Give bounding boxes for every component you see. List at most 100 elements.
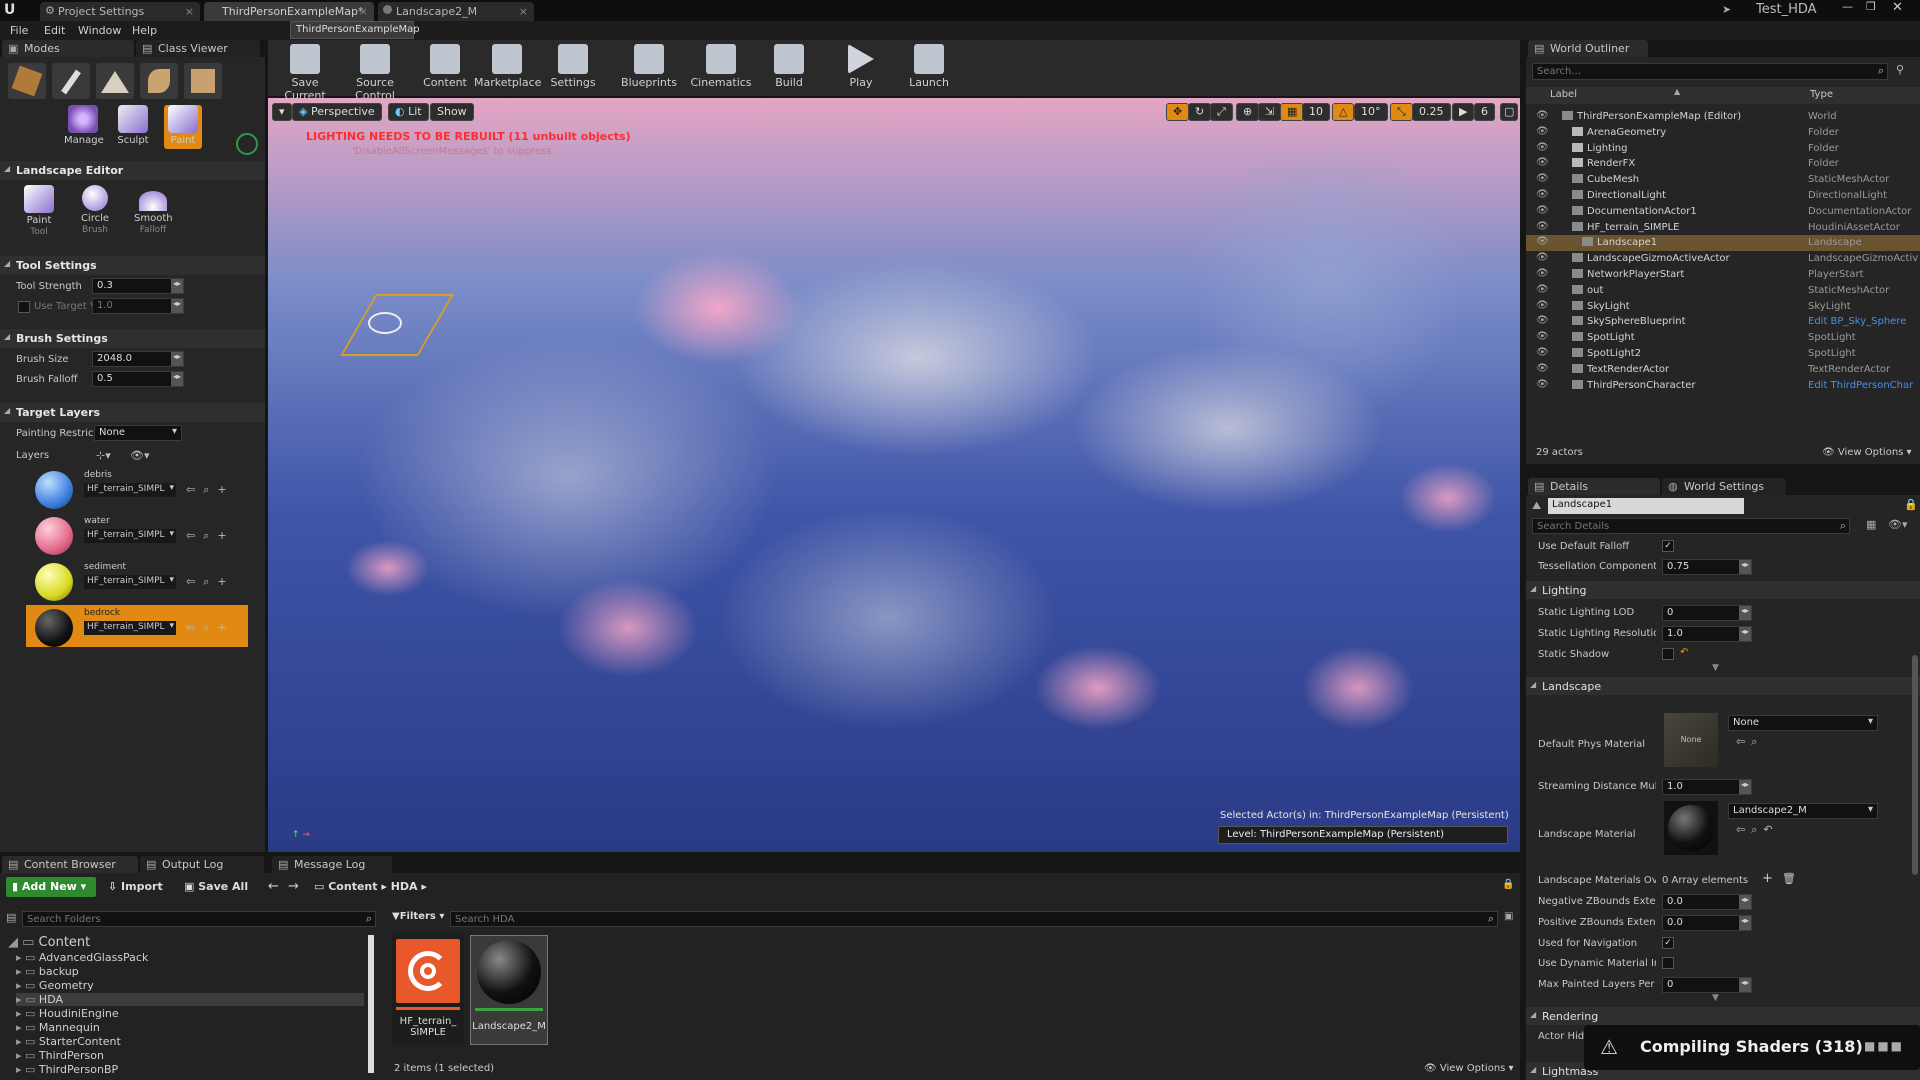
landscape-editor-header[interactable]: Landscape Editor: [0, 161, 265, 180]
doc-tab-map[interactable]: ThirdPersonExampleMap* ×: [204, 2, 374, 21]
outliner-row-type[interactable]: Edit BP_Sky_Sphere: [1808, 316, 1918, 327]
tab-class-viewer[interactable]: ▤ Class Viewer: [136, 40, 260, 57]
delete-elements-icon[interactable]: 🗑: [1782, 872, 1796, 885]
max-painted-layers-field[interactable]: 0 ◂▸: [1662, 977, 1752, 993]
col-label-header[interactable]: Label: [1550, 89, 1577, 100]
doc-tab-landscape-material[interactable]: Landscape2_M ×: [378, 2, 534, 21]
content-button[interactable]: Content: [412, 44, 478, 96]
outliner-row[interactable]: 👁 CubeMesh StaticMeshActor: [1526, 172, 1920, 188]
visibility-icon[interactable]: 👁: [1536, 331, 1549, 342]
tab-output-log[interactable]: ▤ Output Log: [140, 856, 264, 873]
asset-search[interactable]: ⌕: [450, 911, 1498, 927]
visibility-icon[interactable]: 👁: [1536, 315, 1549, 326]
rendering-section[interactable]: Rendering: [1526, 1007, 1920, 1025]
asset-search-input[interactable]: [451, 912, 1451, 927]
place-mode-icon[interactable]: [8, 63, 46, 99]
visibility-icon[interactable]: 👁: [1536, 236, 1549, 247]
lighting-section[interactable]: Lighting: [1526, 581, 1920, 599]
outliner-row[interactable]: 👁 ArenaGeometry Folder: [1526, 125, 1920, 141]
folder-item[interactable]: ▸ ▭ Geometry: [16, 979, 94, 992]
use-target-checkbox[interactable]: [18, 301, 30, 313]
outliner-row[interactable]: 👁 SpotLight2 SpotLight: [1526, 346, 1920, 362]
lit-button[interactable]: ◐ Lit: [388, 103, 429, 121]
scale-snap-value[interactable]: 0.25: [1412, 103, 1451, 121]
view-options-button[interactable]: 👁 View Options ▾: [1424, 1063, 1514, 1074]
tool-settings-header[interactable]: Tool Settings: [0, 256, 265, 275]
folder-item[interactable]: ▸ ▭ StarterContent: [16, 1035, 121, 1048]
source-control-button[interactable]: Source Control: [342, 44, 408, 102]
outliner-row[interactable]: 👁 NetworkPlayerStart PlayerStart: [1526, 267, 1920, 283]
visibility-icon[interactable]: 👁: [1536, 284, 1549, 295]
folder-item[interactable]: ◢ ▭ Content: [8, 935, 90, 950]
paint-mode-icon[interactable]: [52, 63, 90, 99]
outliner-row[interactable]: 👁 DocumentationActor1 DocumentationActor: [1526, 204, 1920, 220]
painting-restriction-select[interactable]: None: [94, 425, 182, 441]
viewport-options-button[interactable]: ▾: [272, 103, 292, 121]
rotation-snap-icon[interactable]: △: [1332, 103, 1355, 121]
tab-details[interactable]: ▤ Details: [1528, 478, 1660, 495]
details-search[interactable]: ⌕: [1532, 518, 1850, 534]
circle-brush-button[interactable]: Circle Brush: [76, 185, 114, 235]
visibility-icon[interactable]: 👁: [1536, 157, 1549, 168]
menu-help[interactable]: Help: [132, 24, 157, 37]
geometry-mode-icon[interactable]: [184, 63, 222, 99]
phys-material-select[interactable]: None: [1728, 715, 1878, 731]
outliner-row[interactable]: 👁 SkyLight SkyLight: [1526, 299, 1920, 315]
visibility-icon[interactable]: 👁: [1536, 205, 1549, 216]
menu-file[interactable]: File: [10, 24, 28, 37]
translate-icon[interactable]: ✥: [1166, 103, 1190, 121]
dynamic-material-checkbox[interactable]: [1662, 957, 1674, 969]
visibility-icon[interactable]: 👁: [1536, 142, 1549, 153]
landscape-section[interactable]: Landscape: [1526, 677, 1920, 695]
restore-icon[interactable]: ❐: [1866, 0, 1876, 13]
outliner-row-type[interactable]: Edit ThirdPersonChar: [1808, 380, 1918, 391]
cinematics-button[interactable]: Cinematics: [688, 44, 754, 96]
outliner-search[interactable]: ⌕: [1532, 63, 1888, 80]
visibility-icon[interactable]: 👁: [1536, 347, 1549, 358]
outliner-row[interactable]: 👁 ThirdPersonCharacter Edit ThirdPersonCha…: [1526, 378, 1920, 394]
foliage-mode-icon[interactable]: [140, 63, 178, 99]
close-icon[interactable]: ×: [359, 5, 368, 18]
landscape-material-actions[interactable]: ⇦⌕↶: [1736, 823, 1779, 837]
marketplace-button[interactable]: Marketplace: [474, 44, 541, 96]
save-all-button[interactable]: ▣ Save All: [184, 880, 248, 893]
unreal-logo-icon[interactable]: U: [4, 2, 22, 19]
layer-asset-select[interactable]: HF_terrain_SIMPL: [84, 529, 176, 543]
folder-item[interactable]: ▸ ▭ HDA: [16, 993, 364, 1006]
visibility-icon[interactable]: 👁: [1536, 300, 1549, 311]
layer-asset-select[interactable]: HF_terrain_SIMPL: [84, 575, 176, 589]
visibility-icon[interactable]: 👁: [1536, 363, 1549, 374]
property-matrix-icon[interactable]: ▦: [1866, 518, 1876, 531]
show-button[interactable]: Show: [430, 103, 474, 121]
visibility-icon[interactable]: 👁: [1536, 379, 1549, 390]
save-search-icon[interactable]: ▣: [1504, 911, 1513, 922]
folder-tree-scrollbar[interactable]: [368, 935, 374, 1073]
back-icon[interactable]: ←: [268, 879, 279, 894]
filters-button[interactable]: ▼Filters ▾: [392, 911, 444, 922]
visibility-icon[interactable]: 👁▾: [130, 449, 150, 462]
brush-size-field[interactable]: 2048.0 ◂▸: [92, 351, 184, 367]
static-shadow-checkbox[interactable]: [1662, 648, 1674, 660]
use-target-field[interactable]: 1.0 ◂▸: [92, 298, 184, 314]
brush-settings-header[interactable]: Brush Settings: [0, 329, 265, 348]
layer-item-bedrock[interactable]: bedrock HF_terrain_SIMPL ⇦⌕+: [26, 605, 248, 647]
folder-item[interactable]: ▸ ▭ backup: [16, 965, 79, 978]
layer-item-debris[interactable]: debris HF_terrain_SIMPL ⇦⌕+: [26, 467, 248, 509]
doc-tab-project-settings[interactable]: ⚙ Project Settings ×: [40, 2, 200, 21]
folder-search-input[interactable]: [23, 912, 343, 927]
outliner-row[interactable]: 👁 out StaticMeshActor: [1526, 283, 1920, 299]
visibility-icon[interactable]: 👁: [1536, 221, 1549, 232]
details-visibility-icon[interactable]: 👁▾: [1888, 518, 1908, 531]
grid-snap-value[interactable]: 10: [1302, 103, 1330, 121]
outliner-row[interactable]: 👁 LandscapeGizmoActiveActor LandscapeGizmo…: [1526, 251, 1920, 267]
visibility-icon[interactable]: 👁: [1536, 252, 1549, 263]
breadcrumb-content[interactable]: Content: [328, 880, 377, 893]
smooth-falloff-button[interactable]: Smooth Falloff: [134, 185, 173, 235]
collapse-icon[interactable]: [236, 133, 258, 155]
camera-speed-value[interactable]: 6: [1474, 103, 1495, 121]
folder-item[interactable]: ▸ ▭ ThirdPersonBP: [16, 1063, 118, 1076]
object-name-field[interactable]: Landscape1: [1548, 498, 1744, 514]
save-current-button[interactable]: Save Current: [272, 44, 338, 102]
folder-item[interactable]: ▸ ▭ HoudiniEngine: [16, 1007, 119, 1020]
launch-button[interactable]: Launch: [896, 44, 962, 96]
